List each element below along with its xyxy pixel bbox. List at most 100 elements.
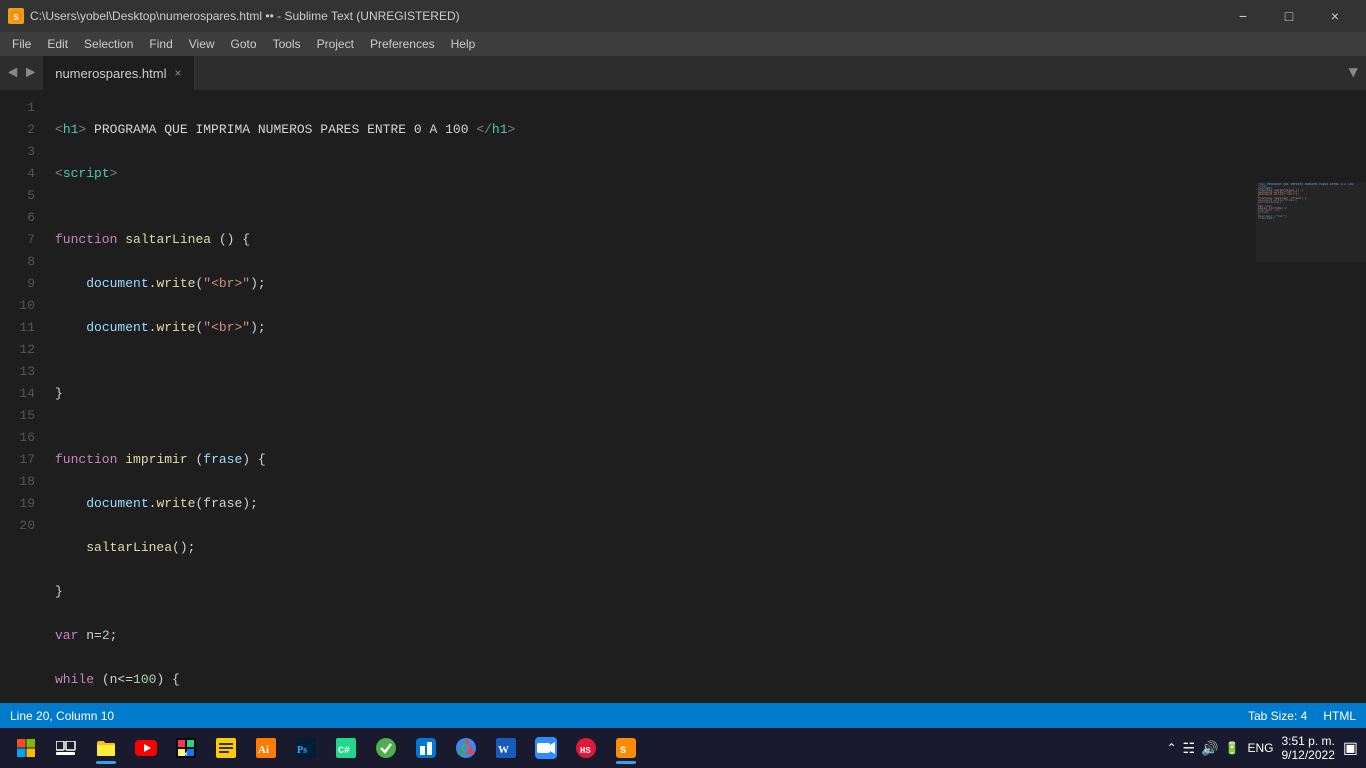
tab-nav-right[interactable]: ► — [22, 64, 40, 82]
menubar: File Edit Selection Find View Goto Tools… — [0, 32, 1366, 56]
code-line-13: } — [55, 581, 1366, 603]
taskbar: JW Ai Ps — [0, 728, 1366, 768]
status-position: Line 20, Column 10 — [10, 709, 114, 723]
line-num-18: 18 — [0, 471, 35, 493]
line-num-15: 15 — [0, 405, 35, 427]
code-line-4: function saltarLinea () { — [55, 229, 1366, 251]
editor: 1 2 3 4 5 6 7 8 9 10 11 12 13 14 15 16 1… — [0, 91, 1366, 703]
line-num-9: 9 — [0, 273, 35, 295]
minimap: <h1> PROGRAMA QUE IMPRIMA NUMEROS PARES … — [1256, 182, 1366, 262]
line-num-8: 8 — [0, 251, 35, 273]
menu-selection[interactable]: Selection — [76, 32, 141, 56]
svg-text:Ai: Ai — [258, 744, 269, 756]
line-num-6: 6 — [0, 207, 35, 229]
line-num-20: 20 — [0, 515, 35, 537]
line-num-12: 12 — [0, 339, 35, 361]
menu-project[interactable]: Project — [309, 32, 362, 56]
taskapp-button[interactable] — [368, 730, 404, 766]
code-line-8: } — [55, 383, 1366, 405]
illustrator-button[interactable]: Ai — [248, 730, 284, 766]
code-line-5: document.write("<br>"); — [55, 273, 1366, 295]
chrome-button[interactable] — [448, 730, 484, 766]
tray-battery[interactable]: 🔋 — [1225, 741, 1240, 755]
svg-text:Ps: Ps — [297, 745, 307, 756]
svg-text:S: S — [13, 13, 19, 22]
start-button[interactable] — [8, 730, 44, 766]
line-num-11: 11 — [0, 317, 35, 339]
bluebox-button[interactable] — [408, 730, 444, 766]
code-line-6: document.write("<br>"); — [55, 317, 1366, 339]
menu-file[interactable]: File — [4, 32, 39, 56]
minimize-button[interactable]: − — [1220, 0, 1266, 32]
line-numbers: 1 2 3 4 5 6 7 8 9 10 11 12 13 14 15 16 1… — [0, 91, 45, 703]
menu-help[interactable]: Help — [443, 32, 484, 56]
tab-close-button[interactable]: × — [175, 66, 182, 80]
titlebar-title: C:\Users\yobel\Desktop\numerospares.html… — [30, 9, 460, 23]
menu-edit[interactable]: Edit — [39, 32, 76, 56]
tabbar-navigation: ◄ ► — [0, 56, 43, 90]
line-num-5: 5 — [0, 185, 35, 207]
tabbar: ◄ ► numerospares.html × ▼ — [0, 56, 1366, 91]
tab-numerospares[interactable]: numerospares.html × — [43, 56, 194, 90]
tab-nav-left[interactable]: ◄ — [4, 64, 22, 82]
line-num-7: 7 — [0, 229, 35, 251]
statusbar-left: Line 20, Column 10 — [10, 709, 114, 723]
menu-tools[interactable]: Tools — [265, 32, 309, 56]
line-num-14: 14 — [0, 383, 35, 405]
titlebar-controls: − □ × — [1220, 0, 1358, 32]
status-tab-size: Tab Size: 4 — [1248, 709, 1307, 723]
svg-text:C#: C# — [338, 746, 350, 757]
tabbar-dropdown[interactable]: ▼ — [1340, 56, 1366, 90]
photoshop-button[interactable]: Ps — [288, 730, 324, 766]
taskbar-right: ⌃ ☵ 🔊 🔋 ENG 3:51 p. m. 9/12/2022 ▣ — [1166, 734, 1358, 762]
svg-text:S: S — [620, 746, 626, 757]
menu-find[interactable]: Find — [141, 32, 180, 56]
word-button[interactable]: W — [488, 730, 524, 766]
hotspot-button[interactable]: HS — [568, 730, 604, 766]
menu-view[interactable]: View — [181, 32, 223, 56]
taskbar-time: 3:51 p. m. — [1281, 734, 1334, 748]
tray-sound[interactable]: 🔊 — [1201, 740, 1218, 757]
status-language: HTML — [1323, 709, 1356, 723]
code-line-11: document.write(frase); — [55, 493, 1366, 515]
app-icon: S — [8, 8, 24, 24]
maximize-button[interactable]: □ — [1266, 0, 1312, 32]
tray-network[interactable]: ☵ — [1183, 740, 1196, 757]
line-num-13: 13 — [0, 361, 35, 383]
minimap-content: <h1> PROGRAMA QUE IMPRIMA NUMEROS PARES … — [1256, 182, 1366, 262]
code-line-15: while (n<=100) { — [55, 669, 1366, 691]
line-num-17: 17 — [0, 449, 35, 471]
youtube-button[interactable] — [128, 730, 164, 766]
statusbar: Line 20, Column 10 Tab Size: 4 HTML — [0, 703, 1366, 728]
code-editor[interactable]: <h1> PROGRAMA QUE IMPRIMA NUMEROS PARES … — [45, 91, 1366, 703]
sublime-text-button[interactable]: S — [608, 730, 644, 766]
line-num-4: 4 — [0, 163, 35, 185]
tray-chevron[interactable]: ⌃ — [1166, 741, 1176, 755]
tab-filename: numerospares.html — [55, 66, 166, 81]
zoom-button[interactable] — [528, 730, 564, 766]
code-line-10: function imprimir (frase) { — [55, 449, 1366, 471]
notification-center[interactable]: ▣ — [1343, 738, 1358, 758]
jetbrains-button[interactable]: JW — [168, 730, 204, 766]
taskbar-left: JW Ai Ps — [8, 730, 644, 766]
svg-text:JW: JW — [180, 751, 188, 758]
menu-preferences[interactable]: Preferences — [362, 32, 443, 56]
taskbar-language: ENG — [1247, 741, 1273, 755]
svg-text:W: W — [498, 744, 509, 756]
code-line-1: <h1> PROGRAMA QUE IMPRIMA NUMEROS PARES … — [55, 119, 1366, 141]
line-num-2: 2 — [0, 119, 35, 141]
statusbar-right: Tab Size: 4 HTML — [1248, 709, 1356, 723]
code-line-2: <script> — [55, 163, 1366, 185]
file-explorer-button[interactable] — [88, 730, 124, 766]
taskbar-date: 9/12/2022 — [1281, 748, 1334, 762]
close-button[interactable]: × — [1312, 0, 1358, 32]
greenapp-button[interactable]: C# — [328, 730, 364, 766]
titlebar-left: S C:\Users\yobel\Desktop\numerospares.ht… — [8, 8, 460, 24]
task-view-button[interactable] — [48, 730, 84, 766]
notes-button[interactable] — [208, 730, 244, 766]
menu-goto[interactable]: Goto — [223, 32, 265, 56]
line-num-16: 16 — [0, 427, 35, 449]
line-num-3: 3 — [0, 141, 35, 163]
svg-text:HS: HS — [580, 746, 591, 756]
line-num-19: 19 — [0, 493, 35, 515]
